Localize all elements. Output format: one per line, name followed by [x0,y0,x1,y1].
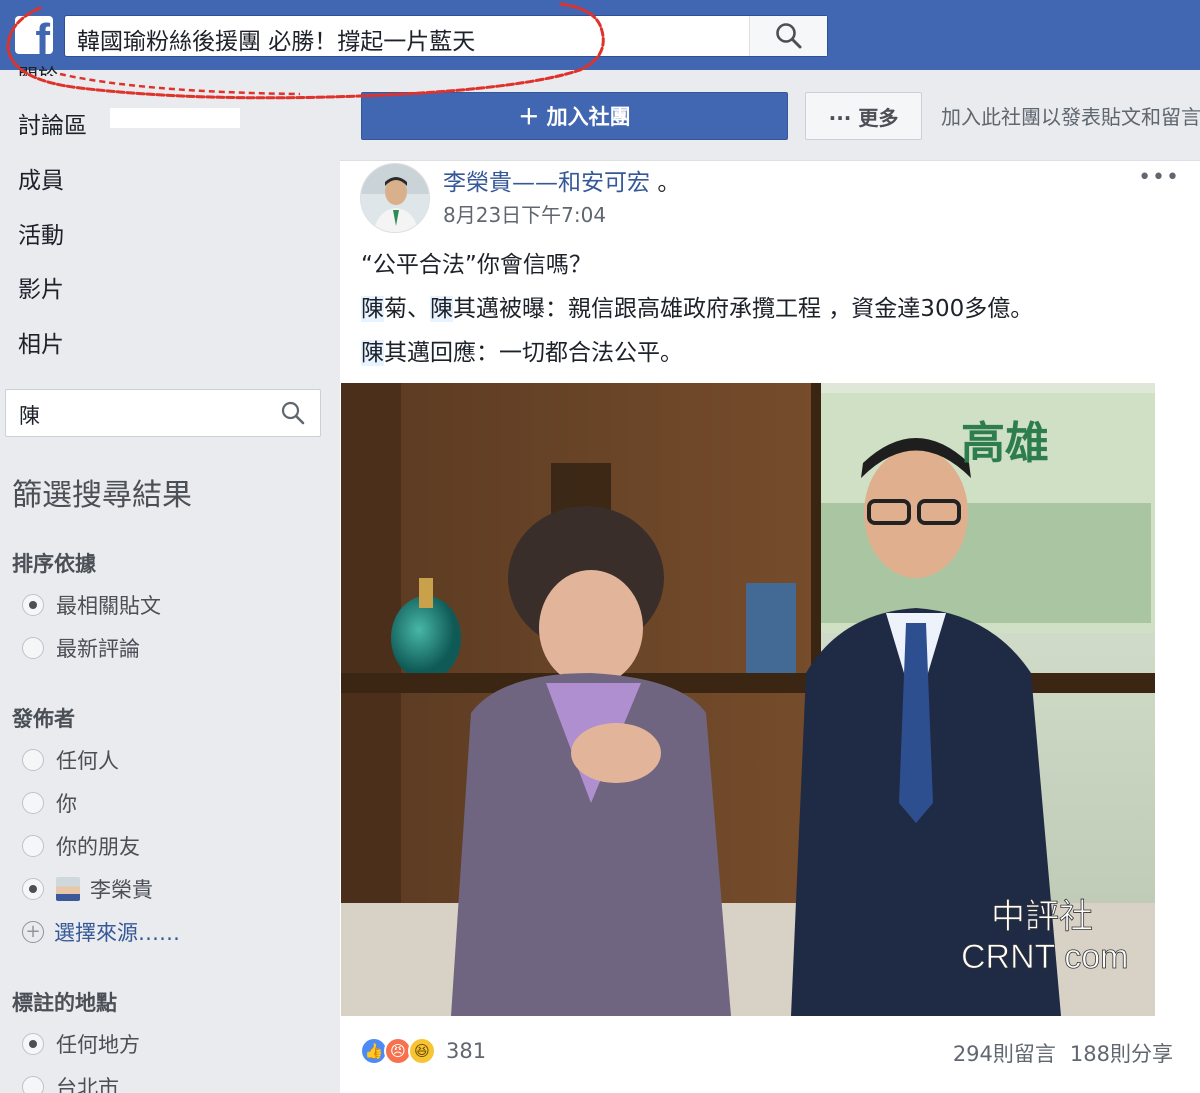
post-text-line-2: 陳菊、陳其邁被曝：親信跟高雄政府承攬工程 ，資金達300多億。 [361,296,1034,322]
photo-watermark-bottom: CRNT com [961,938,1129,976]
sidebar-item-discussion[interactable]: 討論區 [18,106,87,140]
sidebar-item-videos[interactable]: 影片 [18,270,64,304]
redaction-patch [110,108,240,128]
group-search-input[interactable]: 陳 [19,400,40,430]
join-hint-text: 加入此社團以發表貼文和留言 [941,105,1200,129]
photo-sign-text: 高雄 [961,418,1049,469]
reaction-count: 381 [446,1039,487,1063]
sidebar-item-photos[interactable]: 相片 [18,325,64,359]
choose-source-link[interactable]: + 選擇來源…… [22,917,180,947]
radio-most-relevant[interactable]: 最相關貼文 [22,590,161,620]
more-button[interactable]: ··· 更多 [805,92,922,140]
radio-you[interactable]: 你 [22,788,77,818]
shares-count-link[interactable]: 188則分享 [1070,1042,1173,1066]
radio-specific-person[interactable]: 李榮貴 [22,874,153,904]
radio-icon[interactable] [22,835,44,857]
radio-icon[interactable] [22,792,44,814]
radio-icon[interactable] [22,749,44,771]
post-stats: 294則留言 188則分享 [953,1038,1173,1068]
avatar [56,877,80,901]
reactions-bar[interactable]: 👍 😠 😆 381 [360,1037,486,1065]
facebook-logo-icon[interactable]: f [15,16,53,54]
poster-heading: 發佈者 [12,707,75,731]
radio-newest-comments[interactable]: 最新評論 [22,633,140,663]
location-heading: 標註的地點 [12,991,117,1015]
radio-icon[interactable] [22,1076,44,1093]
radio-anywhere[interactable]: 任何地方 [22,1029,140,1059]
radio-selected-icon[interactable] [22,1033,44,1055]
avatar [361,164,429,232]
haha-reaction-icon: 😆 [408,1037,436,1065]
post-photo[interactable]: 高雄 中評社 CRNT com [341,383,1155,1016]
radio-selected-icon[interactable] [22,878,44,900]
group-search-field[interactable]: 陳 [5,389,321,437]
post-timestamp[interactable]: 8月23日下午7:04 [443,199,606,228]
radio-taipei[interactable]: 台北市 [22,1072,119,1093]
plus-circle-icon: + [22,921,44,943]
sort-heading: 排序依據 [12,552,96,576]
radio-icon[interactable] [22,637,44,659]
post-text-line-1: “公平合法”你會信嗎？ [361,252,592,278]
search-icon[interactable] [280,400,306,426]
join-group-button[interactable]: ＋ 加入社團 [361,92,788,140]
photo-illustration: 高雄 中評社 CRNT com [341,383,1155,1016]
search-input[interactable]: 韓國瑜粉絲後援團 必勝！撐起一片藍天 [77,22,475,56]
post-card: 李榮貴——和安可宏 。 8月23日下午7:04 ••• “公平合法”你會信嗎？ … [340,160,1200,1093]
sidebar-item-members[interactable]: 成員 [18,161,64,195]
author-avatar[interactable] [360,163,430,233]
radio-selected-icon[interactable] [22,594,44,616]
filter-results-title: 篩選搜尋結果 [12,478,192,513]
search-icon [775,23,801,49]
sidebar-item-about[interactable]: 關於 [18,60,58,76]
sidebar-item-events[interactable]: 活動 [18,216,64,250]
search-button[interactable] [749,16,827,56]
post-text-line-3: 陳其邁回應：一切都合法公平。 [361,340,683,366]
post-author-link[interactable]: 李榮貴——和安可宏 。 [443,163,680,197]
post-options-icon[interactable]: ••• [1138,165,1180,190]
radio-your-friends[interactable]: 你的朋友 [22,831,140,861]
photo-watermark-top: 中評社 [991,897,1093,937]
radio-anyone[interactable]: 任何人 [22,745,119,775]
search-bar[interactable]: 韓國瑜粉絲後援團 必勝！撐起一片藍天 [64,15,828,57]
left-sidebar: 關於 討論區 成員 活動 影片 相片 陳 篩選搜尋結果 排序依據 最相關貼文 最… [0,64,336,1093]
top-bar: f 韓國瑜粉絲後援團 必勝！撐起一片藍天 [0,0,1200,70]
comments-count-link[interactable]: 294則留言 [953,1042,1056,1066]
